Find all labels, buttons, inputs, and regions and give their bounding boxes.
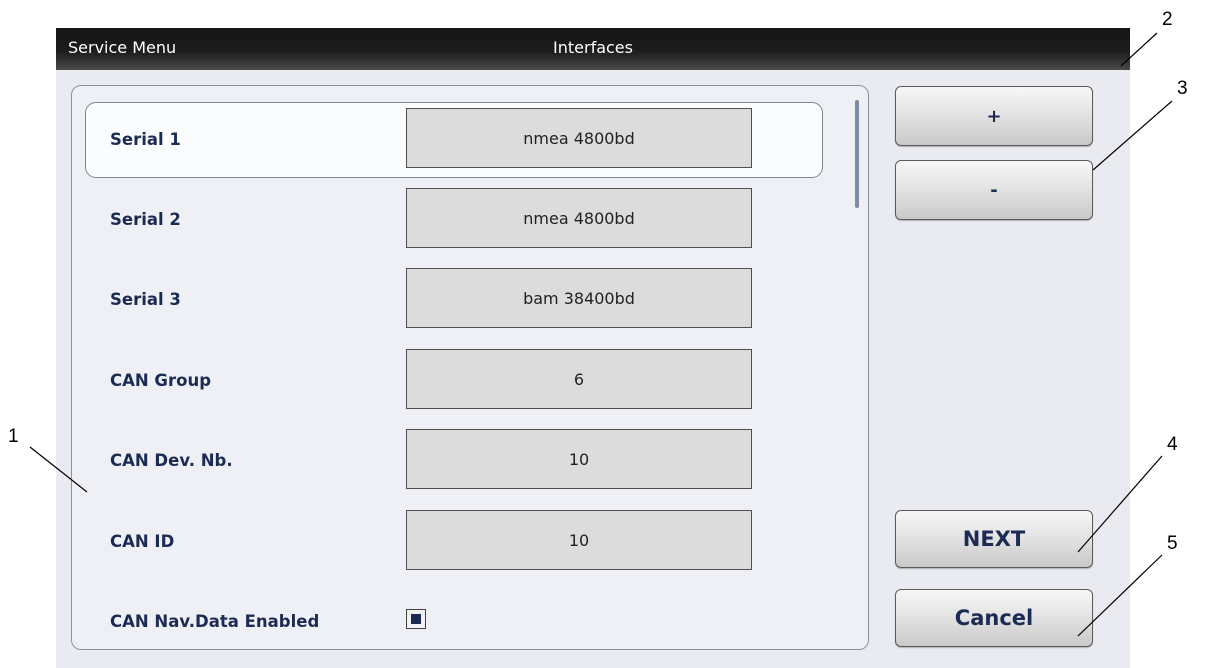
list-item-can-nav-data-enabled[interactable]: CAN Nav.Data Enabled bbox=[72, 86, 868, 631]
can-dev-nb-value-field[interactable]: 10 bbox=[406, 429, 752, 489]
row-label: CAN Dev. Nb. bbox=[110, 451, 233, 470]
title-bar: Service Menu Interfaces bbox=[56, 28, 1130, 70]
page-title: Interfaces bbox=[553, 38, 633, 57]
callout-2: 2 bbox=[1162, 9, 1173, 30]
can-id-value-field[interactable]: 10 bbox=[406, 510, 752, 570]
row-label: CAN Nav.Data Enabled bbox=[110, 612, 320, 631]
increment-button[interactable]: + bbox=[895, 86, 1093, 146]
callout-4: 4 bbox=[1167, 434, 1178, 455]
serial-2-value-field[interactable]: nmea 4800bd bbox=[406, 188, 752, 248]
can-nav-data-checkbox[interactable] bbox=[406, 609, 426, 629]
callout-1: 1 bbox=[8, 426, 19, 447]
row-label: CAN ID bbox=[110, 532, 175, 551]
list-scrollbar[interactable] bbox=[855, 100, 859, 208]
row-label: CAN Group bbox=[110, 371, 212, 390]
callout-5: 5 bbox=[1167, 533, 1178, 554]
device-screen: Service Menu Interfaces Serial 1 nmea 48… bbox=[56, 28, 1130, 668]
can-group-value-field[interactable]: 6 bbox=[406, 349, 752, 409]
settings-list[interactable]: Serial 1 nmea 4800bd Serial 2 nmea 4800b… bbox=[71, 85, 869, 650]
decrement-button[interactable]: - bbox=[895, 160, 1093, 220]
cancel-button[interactable]: Cancel bbox=[895, 589, 1093, 647]
next-button[interactable]: NEXT bbox=[895, 510, 1093, 568]
serial-3-value-field[interactable]: bam 38400bd bbox=[406, 268, 752, 328]
row-label: Serial 3 bbox=[110, 290, 181, 309]
checkbox-checked-mark bbox=[411, 614, 421, 624]
callout-3: 3 bbox=[1177, 78, 1188, 99]
row-label: Serial 2 bbox=[110, 210, 181, 229]
